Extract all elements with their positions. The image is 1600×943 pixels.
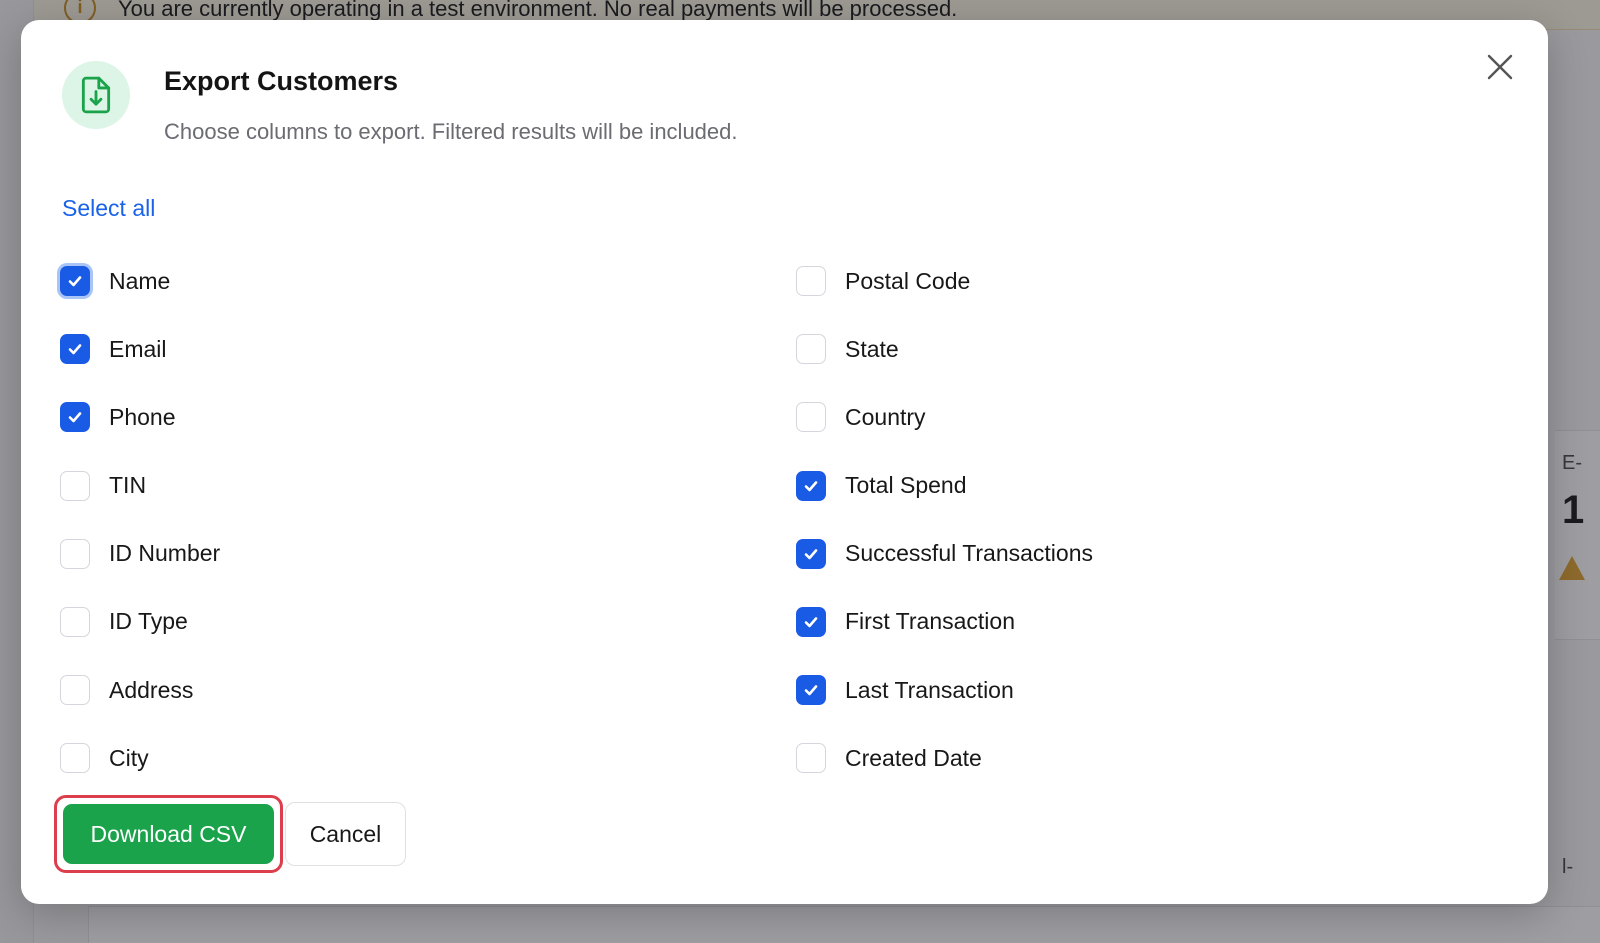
file-download-icon [81,76,111,114]
checkbox[interactable] [60,266,90,296]
checkbox[interactable] [60,402,90,433]
column-option-address[interactable]: Address [60,672,220,708]
column-option-id-number[interactable]: ID Number [60,536,220,572]
column-option-label: Successful Transactions [845,540,1094,567]
modal-title: Export Customers [164,66,399,96]
checkbox[interactable] [796,538,826,569]
modal-subtitle: Choose columns to export. Filtered resul… [164,119,738,144]
column-option-first-transaction[interactable]: First Transaction [796,604,1093,640]
checkbox[interactable] [60,334,90,365]
export-customers-modal: Export Customers Choose columns to expor… [21,20,1548,904]
cancel-button[interactable]: Cancel [285,802,406,866]
column-options-right: Postal Code State Country Total Spend Su… [796,263,1093,809]
column-option-postal-code[interactable]: Postal Code [796,263,1093,299]
checkbox[interactable] [60,470,90,501]
column-option-label: Email [109,335,167,362]
column-option-id-type[interactable]: ID Type [60,604,220,640]
checkbox[interactable] [796,743,826,774]
column-option-label: ID Type [109,608,188,635]
column-option-phone[interactable]: Phone [60,399,220,435]
checkbox[interactable] [60,743,90,774]
column-option-label: TIN [109,472,147,499]
column-option-label: Created Date [845,744,982,771]
select-all-link[interactable]: Select all [62,195,155,222]
column-option-label: State [845,335,899,362]
checkbox[interactable] [796,266,826,296]
check-icon [804,685,818,696]
check-icon [804,548,818,560]
column-option-label: Name [109,267,171,294]
column-option-label: Phone [109,403,176,430]
column-option-label: First Transaction [845,608,1015,635]
column-option-label: Postal Code [845,267,971,294]
check-icon [68,412,82,423]
checkbox[interactable] [796,402,826,433]
column-option-created-date[interactable]: Created Date [796,740,1093,776]
column-option-label: City [109,744,149,771]
column-option-label: Total Spend [845,472,967,499]
column-option-country[interactable]: Country [796,399,1093,435]
column-option-total-spend[interactable]: Total Spend [796,468,1093,504]
checkbox[interactable] [796,470,826,501]
checkbox[interactable] [60,538,90,569]
checkbox[interactable] [796,606,826,637]
column-option-tin[interactable]: TIN [60,468,220,504]
close-icon [1487,54,1513,80]
column-option-last-transaction[interactable]: Last Transaction [796,672,1093,708]
column-option-label: Address [109,676,194,703]
download-csv-button[interactable]: Download CSV [63,804,274,864]
column-option-label: ID Number [109,540,221,567]
column-option-label: Last Transaction [845,676,1014,703]
column-options-left: Name Email Phone TIN ID Number ID Type A… [60,263,220,809]
column-option-name[interactable]: Name [60,263,220,299]
checkbox[interactable] [60,675,90,706]
checkbox[interactable] [796,334,826,365]
header-icon-badge [62,61,130,129]
check-icon [68,344,82,355]
column-option-email[interactable]: Email [60,331,220,367]
download-button-highlight: Download CSV [54,795,283,873]
column-option-label: Country [845,403,926,430]
close-button[interactable] [1481,48,1519,86]
check-icon [804,617,818,628]
column-option-state[interactable]: State [796,331,1093,367]
checkbox[interactable] [796,675,826,706]
check-icon [804,480,818,491]
column-option-city[interactable]: City [60,740,220,776]
check-icon [68,276,82,287]
column-option-successful-transactions[interactable]: Successful Transactions [796,536,1093,572]
modal-footer: Download CSV Cancel [54,795,406,873]
checkbox[interactable] [60,606,90,637]
